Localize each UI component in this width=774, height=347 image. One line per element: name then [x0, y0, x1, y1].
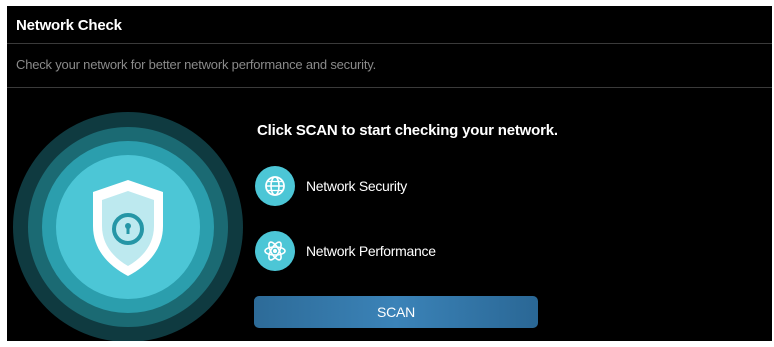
panel-header: Network Check Check your network for bet… [7, 6, 772, 88]
shield-lock-icon [13, 112, 243, 341]
header-divider [7, 43, 772, 44]
atom-icon [255, 231, 295, 271]
subtitle-divider [7, 87, 772, 88]
network-check-panel: Network Check Check your network for bet… [7, 6, 772, 341]
feature-network-security: Network Security [255, 166, 407, 206]
scan-button[interactable]: SCAN [254, 296, 538, 328]
scan-instruction: Click SCAN to start checking your networ… [257, 122, 558, 139]
page-subtitle: Check your network for better network pe… [16, 57, 376, 72]
globe-icon [255, 166, 295, 206]
feature-network-performance: Network Performance [255, 231, 436, 271]
page-title: Network Check [16, 17, 122, 34]
feature-label: Network Performance [306, 243, 436, 259]
feature-label: Network Security [306, 178, 408, 194]
